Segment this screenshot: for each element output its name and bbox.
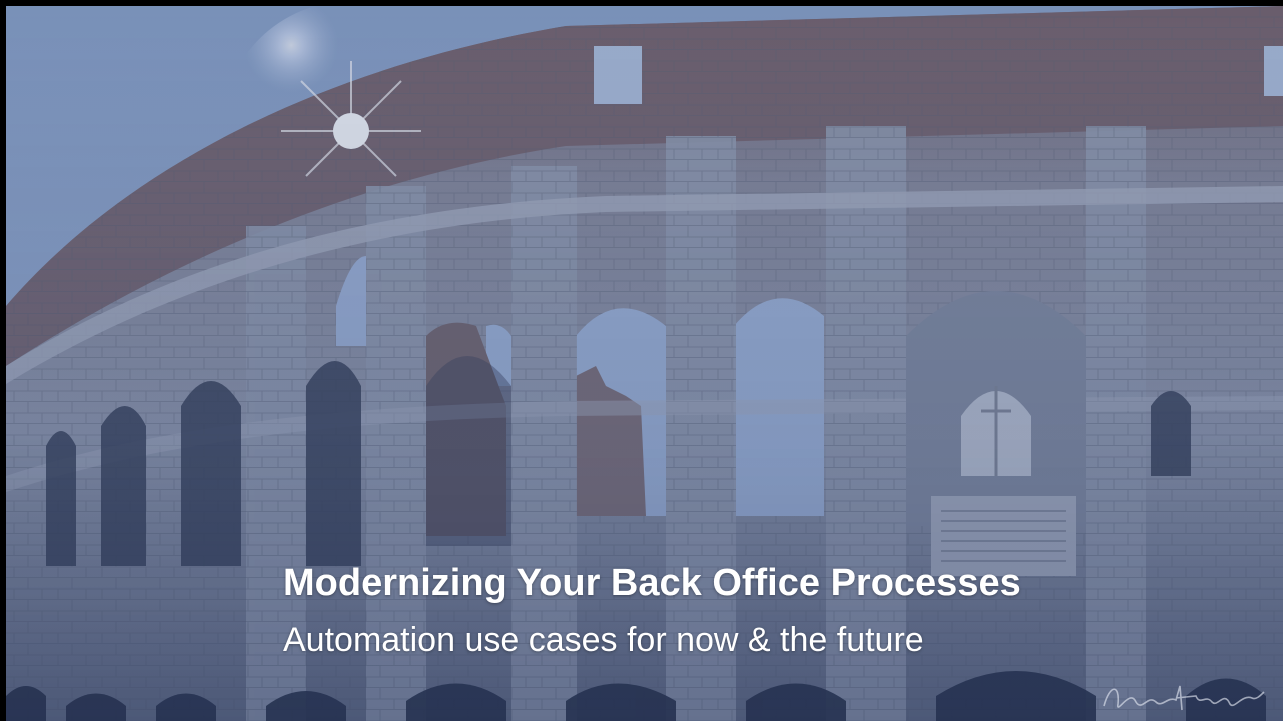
title-slide: Modernizing Your Back Office Processes A… <box>6 6 1283 721</box>
blue-color-overlay <box>6 6 1283 721</box>
photographer-signature <box>1103 685 1265 711</box>
slide-title: Modernizing Your Back Office Processes <box>283 562 1021 604</box>
slide-subtitle: Automation use cases for now & the futur… <box>283 621 924 659</box>
